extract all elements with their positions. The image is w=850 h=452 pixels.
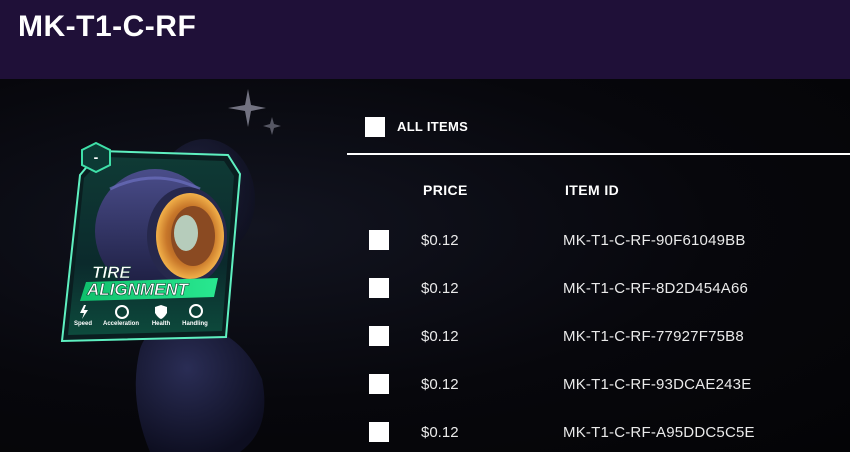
item-checkbox[interactable] [369, 230, 389, 250]
page-title: MK-T1-C-RF [18, 10, 197, 43]
item-checkbox[interactable] [369, 278, 389, 298]
item-checkbox[interactable] [369, 422, 389, 442]
select-all-checkbox[interactable] [365, 117, 385, 137]
stat-label-acceleration: Acceleration [103, 321, 139, 327]
item-price: $0.12 [421, 376, 459, 393]
item-id: MK-T1-C-RF-77927F75B8 [563, 328, 744, 345]
asteroid-rock [135, 323, 265, 452]
divider [347, 153, 850, 155]
item-artwork: TIRE ALIGNMENT Speed Acceleration Health… [60, 89, 281, 452]
item-id: MK-T1-C-RF-A95DDC5C5E [563, 424, 755, 441]
item-price: $0.12 [421, 328, 459, 345]
list-item: $0.12 MK-T1-C-RF-A95DDC5C5E [347, 407, 850, 452]
card-title-line2: ALIGNMENT [86, 280, 190, 299]
stat-label-handling: Handling [182, 321, 208, 327]
page-header: MK-T1-C-RF [0, 0, 850, 79]
item-card: TIRE ALIGNMENT Speed Acceleration Health… [60, 141, 242, 343]
item-price: $0.12 [421, 424, 459, 441]
item-list-panel: ALL ITEMS PRICE ITEM ID $0.12 MK-T1-C-RF… [347, 79, 850, 452]
item-checkbox[interactable] [369, 326, 389, 346]
column-header-price: PRICE [423, 182, 468, 198]
content-area: TIRE ALIGNMENT Speed Acceleration Health… [0, 79, 850, 452]
item-price: $0.12 [421, 232, 459, 249]
list-item: $0.12 MK-T1-C-RF-77927F75B8 [347, 311, 850, 359]
list-item: $0.12 MK-T1-C-RF-93DCAE243E [347, 359, 850, 407]
item-checkbox[interactable] [369, 374, 389, 394]
column-header-item-id: ITEM ID [565, 182, 620, 198]
select-all-row: ALL ITEMS [347, 107, 850, 147]
sparkle-icon [263, 117, 281, 135]
list-item: $0.12 MK-T1-C-RF-8D2D454A66 [347, 263, 850, 311]
stat-label-speed: Speed [74, 321, 92, 327]
rarity-badge-label: - [94, 149, 99, 165]
item-id: MK-T1-C-RF-8D2D454A66 [563, 280, 749, 297]
item-price: $0.12 [421, 280, 459, 297]
item-id: MK-T1-C-RF-93DCAE243E [563, 376, 752, 393]
sparkle-icon [228, 89, 266, 127]
item-id: MK-T1-C-RF-90F61049BB [563, 232, 746, 249]
list-item: $0.12 MK-T1-C-RF-90F61049BB [347, 215, 850, 263]
stat-label-health: Health [152, 321, 171, 327]
select-all-label: ALL ITEMS [397, 119, 469, 134]
